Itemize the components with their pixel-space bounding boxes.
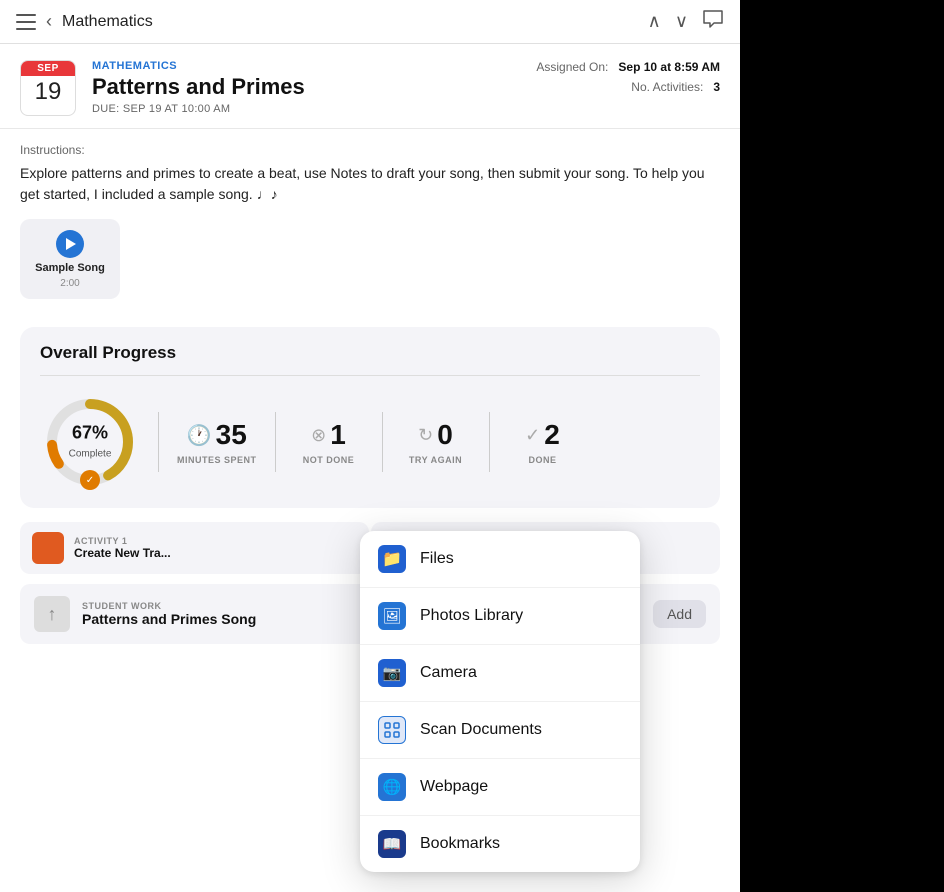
stat-divider-1: [158, 412, 159, 472]
stat-try-again-label: TRY AGAIN: [409, 455, 462, 465]
clock-icon: 🕐: [187, 423, 212, 448]
dropdown-item-camera[interactable]: 📷 Camera: [360, 645, 640, 702]
audio-card[interactable]: Sample Song 2:00: [20, 219, 120, 299]
dropdown-photos-label: Photos Library: [420, 607, 523, 625]
add-button[interactable]: Add: [653, 600, 706, 628]
done-icon: ✓: [525, 425, 540, 446]
play-triangle-icon: [66, 238, 76, 250]
activity-card-1[interactable]: ACTIVITY 1 Create New Tra...: [20, 522, 369, 574]
stat-try-again-value: 0: [437, 419, 453, 451]
nav-left: ‹ Mathematics: [16, 11, 153, 32]
stat-minutes-top: 🕐 35: [187, 419, 247, 451]
stat-not-done-label: NOT DONE: [303, 455, 355, 465]
photos-icon: 🖼: [378, 602, 406, 630]
check-badge: ✓: [80, 470, 100, 490]
stat-done-top: ✓ 2: [525, 419, 560, 451]
dropdown-scan-label: Scan Documents: [420, 721, 542, 739]
audio-title: Sample Song: [35, 262, 105, 274]
calendar-month: SEP: [21, 61, 75, 76]
no-activities-label: No. Activities:: [631, 80, 703, 94]
dropdown-item-scan[interactable]: Scan Documents: [360, 702, 640, 759]
webpage-icon: 🌐: [378, 773, 406, 801]
play-button[interactable]: [56, 230, 84, 258]
nav-bar: ‹ Mathematics ∧ ∨: [0, 0, 740, 44]
instructions-section: Instructions: Explore patterns and prime…: [0, 129, 740, 219]
activity-icon-1: [32, 532, 64, 564]
stat-minutes: 🕐 35 MINUTES SPENT: [177, 419, 257, 465]
back-button[interactable]: ‹: [46, 11, 52, 32]
no-activities-value: 3: [713, 80, 720, 94]
camera-icon: 📷: [378, 659, 406, 687]
comment-icon[interactable]: [702, 9, 724, 34]
work-icon: ↑: [34, 596, 70, 632]
progress-stats: 67% Complete ✓ 🕐 35 MINUTES SPENT ⊗ 1: [40, 392, 700, 492]
audio-duration: 2:00: [60, 278, 79, 289]
assigned-on-label: Assigned On:: [536, 60, 608, 74]
progress-section: Overall Progress 67% Complete ✓: [20, 327, 720, 508]
nav-right: ∧ ∨: [648, 9, 724, 34]
assignment-meta: Assigned On: Sep 10 at 8:59 AM No. Activ…: [520, 60, 720, 116]
activity-number-1: ACTIVITY 1: [74, 536, 357, 546]
try-again-icon: ↻: [418, 425, 433, 446]
stat-try-again-top: ↻ 0: [418, 419, 453, 451]
stat-not-done: ⊗ 1 NOT DONE: [294, 419, 364, 465]
stat-done-label: DONE: [529, 455, 557, 465]
assignment-title: Patterns and Primes: [92, 74, 504, 100]
sidebar-toggle-button[interactable]: [16, 14, 36, 30]
instructions-text: Explore patterns and primes to create a …: [20, 163, 720, 205]
instructions-label: Instructions:: [20, 143, 720, 157]
donut-text: 67% Complete: [69, 423, 112, 462]
dropdown-webpage-label: Webpage: [420, 778, 488, 796]
assigned-on-row: Assigned On: Sep 10 at 8:59 AM: [536, 60, 720, 74]
stat-done: ✓ 2 DONE: [508, 419, 578, 465]
dropdown-item-webpage[interactable]: 🌐 Webpage: [360, 759, 640, 816]
dropdown-item-files[interactable]: 📁 Files: [360, 531, 640, 588]
stat-divider-4: [489, 412, 490, 472]
stat-done-value: 2: [544, 419, 560, 451]
bookmarks-icon: 📖: [378, 830, 406, 858]
assignment-header: SEP 19 MATHEMATICS Patterns and Primes D…: [0, 44, 740, 129]
calendar-icon: SEP 19: [20, 60, 76, 116]
subject-label: MATHEMATICS: [92, 60, 504, 72]
stat-try-again: ↻ 0 TRY AGAIN: [401, 419, 471, 465]
dropdown-item-photos[interactable]: 🖼 Photos Library: [360, 588, 640, 645]
attachment-area: Sample Song 2:00: [0, 219, 740, 313]
no-activities-row: No. Activities: 3: [631, 80, 720, 94]
up-arrow-icon[interactable]: ∧: [648, 11, 661, 32]
activity-meta-1: ACTIVITY 1 Create New Tra...: [74, 536, 357, 560]
donut-chart: 67% Complete ✓: [40, 392, 140, 492]
right-panel: [740, 0, 944, 892]
stat-divider-2: [275, 412, 276, 472]
progress-title: Overall Progress: [40, 343, 700, 363]
progress-separator: [40, 375, 700, 376]
stat-minutes-value: 35: [216, 419, 247, 451]
not-done-icon: ⊗: [311, 425, 326, 446]
assigned-on-value: Sep 10 at 8:59 AM: [618, 60, 720, 74]
dropdown-bookmarks-label: Bookmarks: [420, 835, 500, 853]
donut-percent: 67%: [69, 423, 112, 444]
activity-name-1: Create New Tra...: [74, 546, 357, 560]
dropdown-item-bookmarks[interactable]: 📖 Bookmarks: [360, 816, 640, 872]
donut-complete-label: Complete: [69, 449, 112, 460]
calendar-day: 19: [21, 76, 75, 109]
stat-divider-3: [382, 412, 383, 472]
dropdown-camera-label: Camera: [420, 664, 477, 682]
nav-title: Mathematics: [62, 13, 153, 31]
assignment-info: MATHEMATICS Patterns and Primes DUE: SEP…: [92, 60, 504, 116]
down-arrow-icon[interactable]: ∨: [675, 11, 688, 32]
due-date: DUE: SEP 19 AT 10:00 AM: [92, 103, 504, 115]
stat-minutes-label: MINUTES SPENT: [177, 455, 257, 465]
files-icon: 📁: [378, 545, 406, 573]
dropdown-menu: 📁 Files 🖼 Photos Library 📷 Camera: [360, 531, 640, 872]
dropdown-files-label: Files: [420, 550, 454, 568]
stat-not-done-top: ⊗ 1: [311, 419, 346, 451]
scan-icon: [378, 716, 406, 744]
stat-not-done-value: 1: [330, 419, 346, 451]
